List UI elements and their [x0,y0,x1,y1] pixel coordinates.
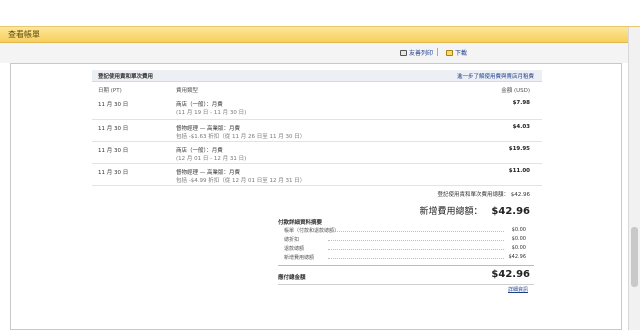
new-total-value: $42.96 [491,206,530,217]
period-total: 登記使用責和單次費用總額： $42.96 [437,190,530,198]
summary-line-label: 新增費用總額 [284,255,315,261]
scrollbar-thumb[interactable] [631,227,638,287]
row-type: 商店（一般）：月費 [176,148,223,154]
row-detail: (11 月 19 日 - 11 月 30 日) [176,110,247,116]
row-type: 督物經理 — 高業版：月費 [176,126,240,132]
summary-line-value: $0.00 [511,227,526,233]
row-type: 商店（一般）：月費 [176,102,223,108]
summary-line-value: $0.00 [511,245,526,251]
row-date: 11 月 30 日 [98,102,129,108]
payment-summary-title: 付款詳細資料摘要 [278,220,323,226]
row-detail: 包括 -$4.99 折扣（從 12 月 01 日至 12 月 31 日） [176,178,306,184]
dotted-leader [328,258,504,259]
row-type: 督物經理 — 高業版：月費 [176,170,240,176]
download-icon [446,49,453,56]
dotted-leader [328,240,504,241]
row-detail: (12 月 01 日 - 12 月 31 日) [176,156,247,162]
summary-line-label: 總折扣 [284,237,300,243]
row-date: 11 月 30 日 [98,170,129,176]
column-header-amount: 金額 (USD) [501,88,530,94]
action-separator [437,48,438,56]
more-info-link[interactable]: 詳細資訊 [508,286,528,293]
charges-section-header: 登記使用責和單次費用 進一步了解使用費與賣店月租費 [92,70,542,82]
new-total-label: 新增費用總額： [419,207,483,217]
dotted-leader [328,249,504,250]
row-amount: $4.03 [512,124,530,130]
row-detail: 包括 -$1.63 折扣（從 11 月 26 日至 11 月 30 日） [176,134,306,140]
learn-more-link[interactable]: 進一步了解使用費與賣店月租費 [457,72,534,80]
amount-due-label: 應付總金額 [278,275,306,281]
column-header-date: 日期 (PT) [98,88,122,94]
column-header-type: 費用類型 [176,88,199,94]
summary-divider [278,265,534,266]
dotted-leader [328,231,504,232]
billing-page: 查看帳單 友善列印 下載 登記使用責和單次費用 進一步了解使用費與賣店月租費 日… [0,0,640,330]
new-charges-total: 新增費用總額： $42.96 [420,204,530,217]
vertical-scrollbar[interactable] [628,27,640,330]
download-link[interactable]: 下載 [446,48,467,57]
window-title: 查看帳單 [8,30,40,39]
period-total-value: $42.96 [510,192,530,198]
summary-line-label: 退款總額 [284,246,305,252]
charges-section-title: 登記使用責和單次費用 [98,74,154,80]
table-row: 11 月 30 日 商店（一般）：月費 (12 月 01 日 - 12 月 31… [92,142,542,164]
print-label: 友善列印 [409,50,434,57]
table-row: 11 月 30 日 督物經理 — 高業版：月費 包括 -$1.63 折扣（從 1… [92,120,542,142]
top-blank-bar [0,0,640,27]
row-date: 11 月 30 日 [98,126,129,132]
period-total-label: 登記使用責和單次費用總額： [437,192,509,198]
table-row: 11 月 30 日 商店（一般）：月費 (11 月 19 日 - 11 月 30… [92,94,542,120]
row-date: 11 月 30 日 [98,148,129,154]
table-row: 11 月 30 日 督物經理 — 高業版：月費 包括 -$4.99 折扣（從 1… [92,164,542,186]
summary-bottom-rule [278,284,534,285]
printer-icon [400,49,407,56]
amount-due-value: $42.96 [491,269,530,280]
statement-sheet: 登記使用責和單次費用 進一步了解使用費與賣店月租費 日期 (PT) 費用類型 金… [92,70,542,330]
summary-line-value: $0.00 [511,236,526,242]
action-bar: 友善列印 下載 [0,43,628,63]
row-amount: $11.00 [508,168,530,174]
row-amount: $19.95 [508,146,530,152]
download-label: 下載 [455,50,468,57]
print-link[interactable]: 友善列印 [400,48,433,57]
window-title-bar: 查看帳單 [0,27,628,43]
summary-line-value: $42.96 [508,254,527,260]
row-amount: $7.98 [512,100,530,106]
